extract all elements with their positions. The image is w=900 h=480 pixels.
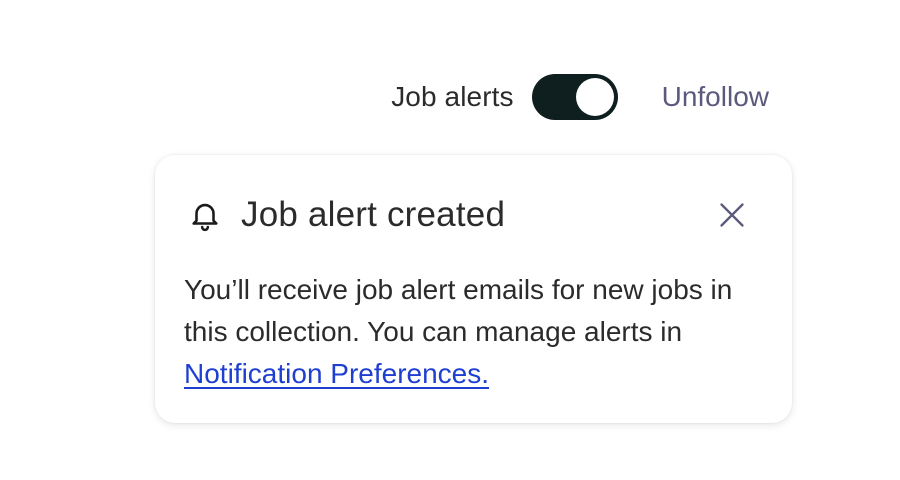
popover-header: Job alert created xyxy=(187,195,752,235)
alerts-control-row: Job alerts Unfollow xyxy=(391,74,769,120)
notification-preferences-link[interactable]: Notification Preferences. xyxy=(184,358,489,389)
page: Job alerts Unfollow Job alert created Yo… xyxy=(0,0,900,480)
job-alert-created-popover: Job alert created You’ll receive job ale… xyxy=(155,155,792,423)
popover-message: You’ll receive job alert emails for new … xyxy=(184,269,768,395)
toggle-knob xyxy=(575,78,614,116)
job-alerts-label: Job alerts xyxy=(391,81,514,112)
close-icon[interactable] xyxy=(712,195,752,235)
unfollow-button[interactable]: Unfollow xyxy=(662,81,769,113)
bell-icon xyxy=(187,197,223,233)
popover-message-text: You’ll receive job alert emails for new … xyxy=(184,274,733,347)
popover-title: Job alert created xyxy=(241,195,506,234)
job-alerts-toggle[interactable] xyxy=(531,74,618,120)
